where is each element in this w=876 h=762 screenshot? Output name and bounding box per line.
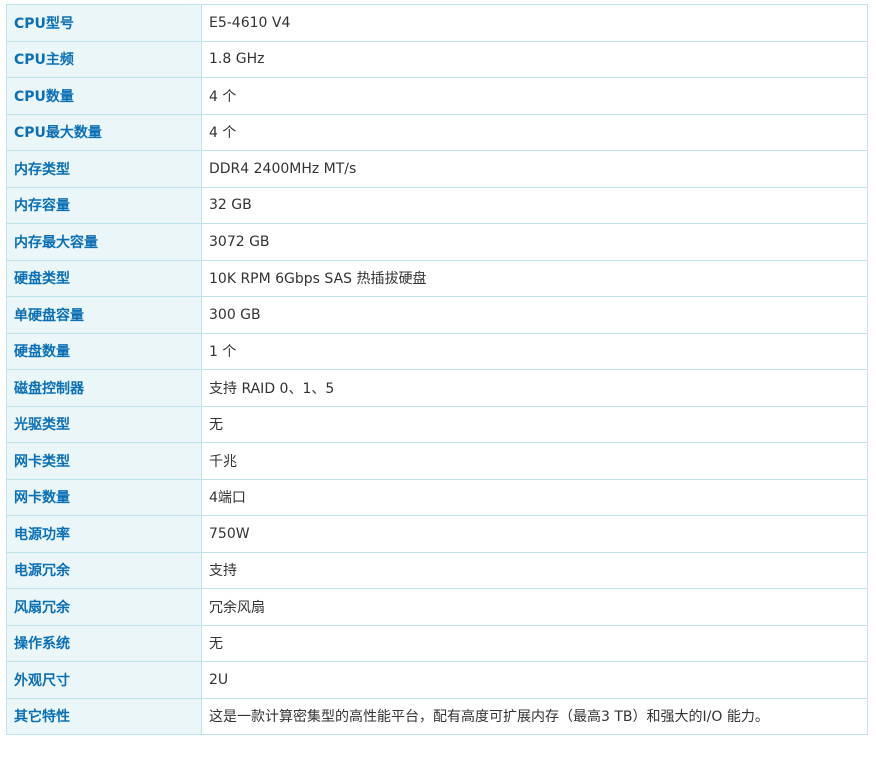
spec-value: 无	[201, 405, 868, 443]
spec-value: 10K RPM 6Gbps SAS 热插拔硬盘	[201, 259, 868, 297]
spec-value: DDR4 2400MHz MT/s	[201, 150, 868, 188]
spec-value: 千兆	[201, 442, 868, 480]
spec-label: 磁盘控制器	[6, 369, 202, 407]
spec-label: CPU主频	[6, 40, 202, 78]
spec-row: 风扇冗余 冗余风扇	[6, 588, 868, 626]
spec-row: 光驱类型 无	[6, 405, 868, 443]
spec-label: 风扇冗余	[6, 588, 202, 626]
spec-label: CPU最大数量	[6, 113, 202, 151]
spec-row: 网卡数量 4端口	[6, 478, 868, 516]
spec-row: 电源冗余 支持	[6, 551, 868, 589]
spec-label: 其它特性	[6, 697, 202, 735]
spec-label: 操作系统	[6, 624, 202, 662]
spec-value: 3072 GB	[201, 223, 868, 261]
spec-label: 内存类型	[6, 150, 202, 188]
spec-value: 这是一款计算密集型的高性能平台，配有高度可扩展内存（最高3 TB）和强大的I/O…	[201, 697, 868, 735]
spec-value: 4 个	[201, 113, 868, 151]
spec-row: 磁盘控制器 支持 RAID 0、1、5	[6, 369, 868, 407]
spec-row: CPU数量 4 个	[6, 77, 868, 115]
spec-label: 网卡数量	[6, 478, 202, 516]
spec-label: 光驱类型	[6, 405, 202, 443]
spec-label: CPU数量	[6, 77, 202, 115]
spec-table: CPU型号 E5-4610 V4 CPU主频 1.8 GHz CPU数量 4 个…	[6, 4, 868, 735]
spec-value: 冗余风扇	[201, 588, 868, 626]
spec-row: 操作系统 无	[6, 624, 868, 662]
spec-value: 支持	[201, 551, 868, 589]
spec-value: 300 GB	[201, 296, 868, 334]
spec-row: 电源功率 750W	[6, 515, 868, 553]
spec-value: 4 个	[201, 77, 868, 115]
spec-label: 内存容量	[6, 186, 202, 224]
spec-row: CPU最大数量 4 个	[6, 113, 868, 151]
spec-label: 电源功率	[6, 515, 202, 553]
spec-label: 网卡类型	[6, 442, 202, 480]
spec-value: 2U	[201, 661, 868, 699]
spec-row: CPU主频 1.8 GHz	[6, 40, 868, 78]
spec-row: 内存容量 32 GB	[6, 186, 868, 224]
spec-row: 其它特性 这是一款计算密集型的高性能平台，配有高度可扩展内存（最高3 TB）和强…	[6, 697, 868, 735]
spec-label: 硬盘类型	[6, 259, 202, 297]
spec-row: 单硬盘容量 300 GB	[6, 296, 868, 334]
spec-row: CPU型号 E5-4610 V4	[6, 4, 868, 42]
spec-value: 1 个	[201, 332, 868, 370]
spec-label: 硬盘数量	[6, 332, 202, 370]
spec-label: 内存最大容量	[6, 223, 202, 261]
spec-value: 32 GB	[201, 186, 868, 224]
spec-label: CPU型号	[6, 4, 202, 42]
spec-row: 内存最大容量 3072 GB	[6, 223, 868, 261]
spec-value: 750W	[201, 515, 868, 553]
spec-value: 支持 RAID 0、1、5	[201, 369, 868, 407]
spec-row: 内存类型 DDR4 2400MHz MT/s	[6, 150, 868, 188]
spec-label: 单硬盘容量	[6, 296, 202, 334]
spec-label: 电源冗余	[6, 551, 202, 589]
spec-value: E5-4610 V4	[201, 4, 868, 42]
spec-label: 外观尺寸	[6, 661, 202, 699]
spec-table-body: CPU型号 E5-4610 V4 CPU主频 1.8 GHz CPU数量 4 个…	[6, 4, 868, 735]
spec-row: 外观尺寸 2U	[6, 661, 868, 699]
spec-row: 硬盘类型 10K RPM 6Gbps SAS 热插拔硬盘	[6, 259, 868, 297]
spec-row: 网卡类型 千兆	[6, 442, 868, 480]
spec-row: 硬盘数量 1 个	[6, 332, 868, 370]
spec-value: 无	[201, 624, 868, 662]
spec-value: 1.8 GHz	[201, 40, 868, 78]
spec-value: 4端口	[201, 478, 868, 516]
